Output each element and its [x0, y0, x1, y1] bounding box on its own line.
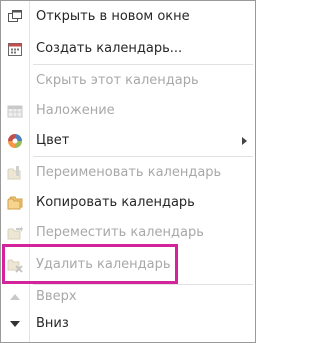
menu-item-move-up[interactable]: Вверх: [1, 285, 255, 309]
menu-separator: [33, 64, 253, 65]
open-new-window-icon: [7, 9, 23, 25]
highlight-annotation-box: [2, 244, 178, 284]
calendar-new-icon: [7, 41, 23, 57]
menu-item-create-calendar[interactable]: Создать календарь...: [1, 37, 255, 61]
menu-item-label: Переименовать календарь: [36, 165, 222, 180]
color-palette-icon: [7, 133, 23, 149]
triangle-up-icon: [7, 289, 23, 305]
menu-item-move-down[interactable]: Вниз: [1, 312, 255, 336]
menu-item-label: Вниз: [36, 316, 69, 331]
copy-calendar-icon: [7, 195, 23, 211]
menu-item-label: Вверх: [36, 289, 77, 304]
menu-item-rename-calendar[interactable]: Переименовать календарь: [1, 161, 255, 185]
menu-item-open-new-window[interactable]: Открыть в новом окне: [1, 5, 255, 29]
move-calendar-icon: [7, 225, 23, 241]
menu-item-hide-calendar[interactable]: Скрыть этот календарь: [1, 69, 255, 93]
menu-item-label: Создать календарь...: [36, 41, 183, 56]
menu-item-copy-calendar[interactable]: Копировать календарь: [1, 191, 255, 215]
menu-item-overlay[interactable]: Наложение: [1, 99, 255, 123]
menu-item-label: Копировать календарь: [36, 195, 195, 210]
menu-separator: [33, 156, 253, 157]
triangle-down-icon: [7, 316, 23, 332]
menu-item-label: Скрыть этот календарь: [36, 73, 199, 88]
menu-item-label: Цвет: [36, 133, 70, 148]
menu-item-color[interactable]: Цвет: [1, 129, 255, 153]
context-menu: Открыть в новом окне Создать календарь..…: [0, 0, 256, 343]
overlay-icon: [7, 103, 23, 119]
menu-item-label: Переместить календарь: [36, 225, 204, 240]
menu-item-label: Наложение: [36, 103, 115, 118]
submenu-arrow-icon: [242, 137, 247, 145]
rename-calendar-icon: [7, 165, 23, 181]
menu-item-move-calendar[interactable]: Переместить календарь: [1, 221, 255, 245]
menu-item-label: Открыть в новом окне: [36, 9, 190, 24]
